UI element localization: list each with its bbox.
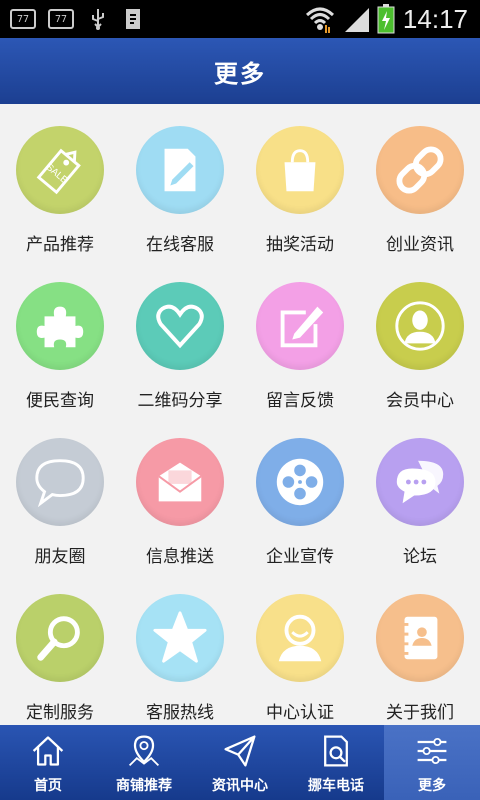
sliders-icon bbox=[417, 737, 447, 765]
grid-item-forum[interactable]: 论坛 bbox=[360, 416, 480, 572]
grid-item-label: 论坛 bbox=[403, 547, 437, 567]
grid-item-label: 便民查询 bbox=[26, 391, 94, 411]
notification-icon: 77 bbox=[48, 9, 74, 29]
grid-item-qr-share[interactable]: 二维码分享 bbox=[120, 260, 240, 416]
grid-item-label: 定制服务 bbox=[26, 703, 94, 723]
grid-item-company-promo[interactable]: 企业宣传 bbox=[240, 416, 360, 572]
star-icon bbox=[136, 594, 224, 682]
nav-label: 资讯中心 bbox=[212, 778, 268, 794]
nav-label: 挪车电话 bbox=[308, 778, 364, 794]
grid-item-label: 中心认证 bbox=[266, 703, 334, 723]
file-icon bbox=[126, 9, 140, 29]
envelope-icon bbox=[136, 438, 224, 526]
film-reel-icon bbox=[256, 438, 344, 526]
grid-item-product-recommend[interactable]: SALE 产品推荐 bbox=[0, 104, 120, 260]
chain-link-icon bbox=[376, 126, 464, 214]
grid-item-label: 留言反馈 bbox=[266, 391, 334, 411]
document-pen-icon bbox=[136, 126, 224, 214]
grid-item-label: 信息推送 bbox=[146, 547, 214, 567]
notification-icon: 77 bbox=[10, 9, 36, 29]
grid-item-label: 在线客服 bbox=[146, 235, 214, 255]
grid-item-label: 客服热线 bbox=[146, 703, 214, 723]
sale-tag-icon: SALE bbox=[16, 126, 104, 214]
document-search-icon bbox=[324, 735, 348, 767]
map-pin-icon bbox=[128, 735, 160, 767]
grid-item-label: 二维码分享 bbox=[137, 391, 223, 411]
contact-book-icon bbox=[376, 594, 464, 682]
grid-item-custom-service[interactable]: 定制服务 bbox=[0, 572, 120, 728]
nav-label: 首页 bbox=[34, 778, 62, 794]
status-bar: 77 77 14:17 bbox=[0, 0, 480, 38]
grid-item-center-certification[interactable]: 中心认证 bbox=[240, 572, 360, 728]
paper-plane-icon bbox=[224, 735, 256, 767]
magnifier-icon bbox=[16, 594, 104, 682]
grid-item-service-hotline[interactable]: 客服热线 bbox=[120, 572, 240, 728]
usb-icon bbox=[92, 9, 104, 30]
puzzle-icon bbox=[16, 282, 104, 370]
signal-icon bbox=[344, 8, 369, 32]
grid-item-about-us[interactable]: 关于我们 bbox=[360, 572, 480, 728]
nav-label: 更多 bbox=[418, 778, 446, 794]
grid-item-label: 抽奖活动 bbox=[266, 235, 334, 255]
grid-item-member-center[interactable]: 会员中心 bbox=[360, 260, 480, 416]
wifi-icon bbox=[305, 7, 334, 33]
battery-icon bbox=[377, 4, 395, 34]
grid-item-label: 会员中心 bbox=[386, 391, 454, 411]
grid-item-lottery[interactable]: 抽奖活动 bbox=[240, 104, 360, 260]
grid-item-label: 企业宣传 bbox=[266, 547, 334, 567]
speech-bubble-icon bbox=[16, 438, 104, 526]
smiley-person-icon bbox=[256, 594, 344, 682]
shopping-bag-icon bbox=[256, 126, 344, 214]
clock: 14:17 bbox=[402, 3, 468, 34]
nav-home[interactable]: 首页 bbox=[0, 725, 96, 800]
bottom-nav: 首页 商铺推荐 资讯中心 挪车电话 更多 bbox=[0, 725, 480, 800]
grid-item-label: 产品推荐 bbox=[26, 235, 94, 255]
chat-bubbles-icon bbox=[376, 438, 464, 526]
nav-shop-recommend[interactable]: 商铺推荐 bbox=[96, 725, 192, 800]
grid-item-convenience-query[interactable]: 便民查询 bbox=[0, 260, 120, 416]
nav-move-car-phone[interactable]: 挪车电话 bbox=[288, 725, 384, 800]
grid-item-push-messages[interactable]: 信息推送 bbox=[120, 416, 240, 572]
title-bar: 更多 bbox=[0, 38, 480, 104]
person-silhouette-icon bbox=[376, 282, 464, 370]
grid-item-label: 关于我们 bbox=[386, 703, 454, 723]
feature-grid: SALE 产品推荐 在线客服 抽奖活动 创业资讯 便民查询 二维码分享 留言反馈… bbox=[0, 104, 480, 724]
heart-icon bbox=[136, 282, 224, 370]
grid-item-feedback[interactable]: 留言反馈 bbox=[240, 260, 360, 416]
nav-label: 商铺推荐 bbox=[116, 778, 172, 794]
note-edit-icon bbox=[256, 282, 344, 370]
grid-item-label: 朋友圈 bbox=[34, 547, 86, 567]
page-title: 更多 bbox=[214, 59, 266, 88]
grid-item-startup-news[interactable]: 创业资讯 bbox=[360, 104, 480, 260]
home-icon bbox=[32, 736, 64, 766]
grid-item-label: 创业资讯 bbox=[386, 235, 454, 255]
grid-item-online-service[interactable]: 在线客服 bbox=[120, 104, 240, 260]
nav-more[interactable]: 更多 bbox=[384, 725, 480, 800]
grid-item-moments[interactable]: 朋友圈 bbox=[0, 416, 120, 572]
nav-news-center[interactable]: 资讯中心 bbox=[192, 725, 288, 800]
